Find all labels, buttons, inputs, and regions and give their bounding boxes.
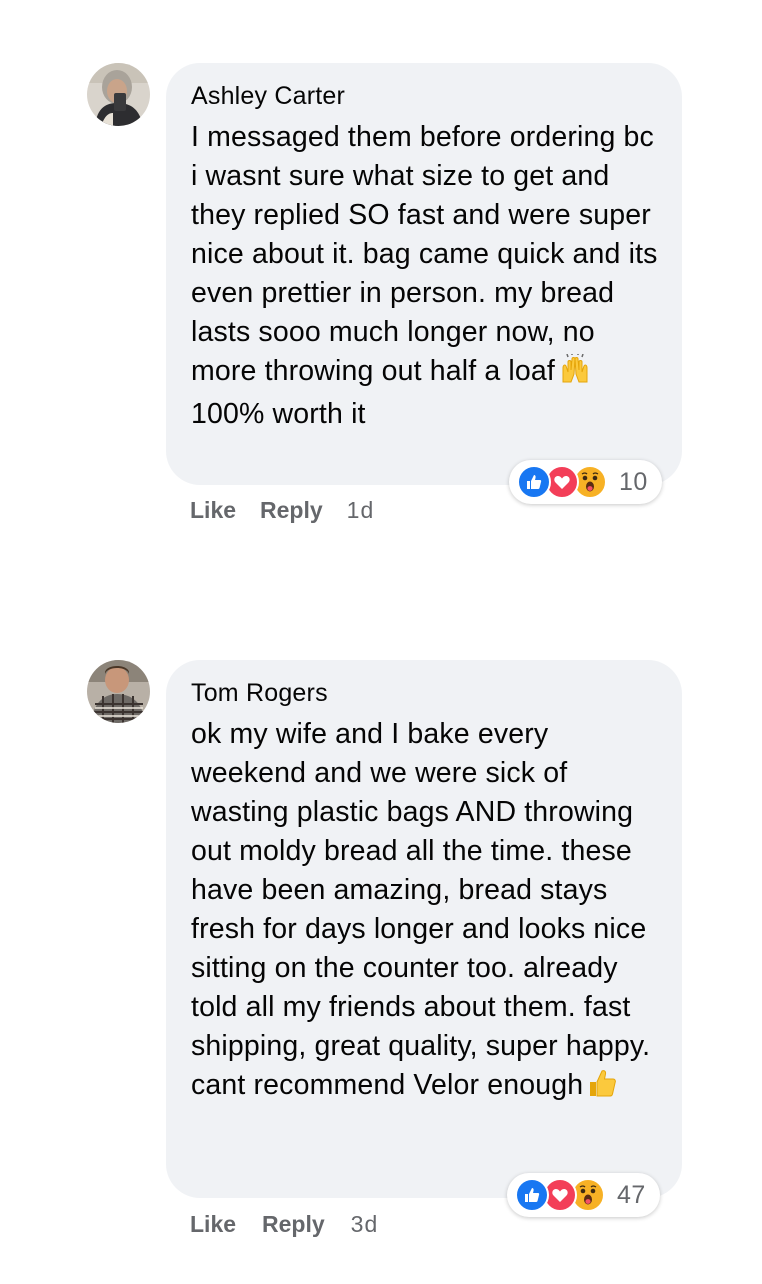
comment-author[interactable]: Ashley Carter [191, 81, 658, 111]
comment-actions: Like Reply 1d [190, 497, 374, 524]
reaction-count: 47 [617, 1180, 646, 1209]
comment-author[interactable]: Tom Rogers [191, 678, 658, 708]
like-reaction-icon [517, 465, 551, 499]
comment-text: ok my wife and I bake every weekend and … [191, 715, 658, 1109]
like-button[interactable]: Like [190, 497, 236, 524]
comment-text-main: I messaged them before ordering bc i was… [191, 121, 658, 387]
reaction-icons [515, 1178, 605, 1212]
comment-timestamp[interactable]: 3d [351, 1211, 379, 1238]
raising-hands-emoji [559, 353, 591, 395]
reaction-count: 10 [619, 467, 648, 496]
comment-text-tail: 100% worth it [191, 398, 366, 430]
comment-actions: Like Reply 3d [190, 1211, 378, 1238]
like-reaction-icon [515, 1178, 549, 1212]
reactions-summary[interactable]: 10 [509, 460, 662, 504]
comment-text: I messaged them before ordering bc i was… [191, 118, 658, 434]
avatar-tom-rogers[interactable] [87, 660, 150, 723]
reaction-icons [517, 465, 607, 499]
comment-bubble: Tom Rogers ok my wife and I bake every w… [166, 660, 682, 1198]
reply-button[interactable]: Reply [260, 497, 323, 524]
reactions-summary[interactable]: 47 [507, 1173, 660, 1217]
reply-button[interactable]: Reply [262, 1211, 325, 1238]
like-button[interactable]: Like [190, 1211, 236, 1238]
comment-timestamp[interactable]: 1d [347, 497, 375, 524]
thumbs-up-emoji [587, 1068, 617, 1109]
comment-text-main: ok my wife and I bake every weekend and … [191, 718, 651, 1101]
comment-bubble: Ashley Carter I messaged them before ord… [166, 63, 682, 485]
avatar-ashley-carter[interactable] [87, 63, 150, 126]
